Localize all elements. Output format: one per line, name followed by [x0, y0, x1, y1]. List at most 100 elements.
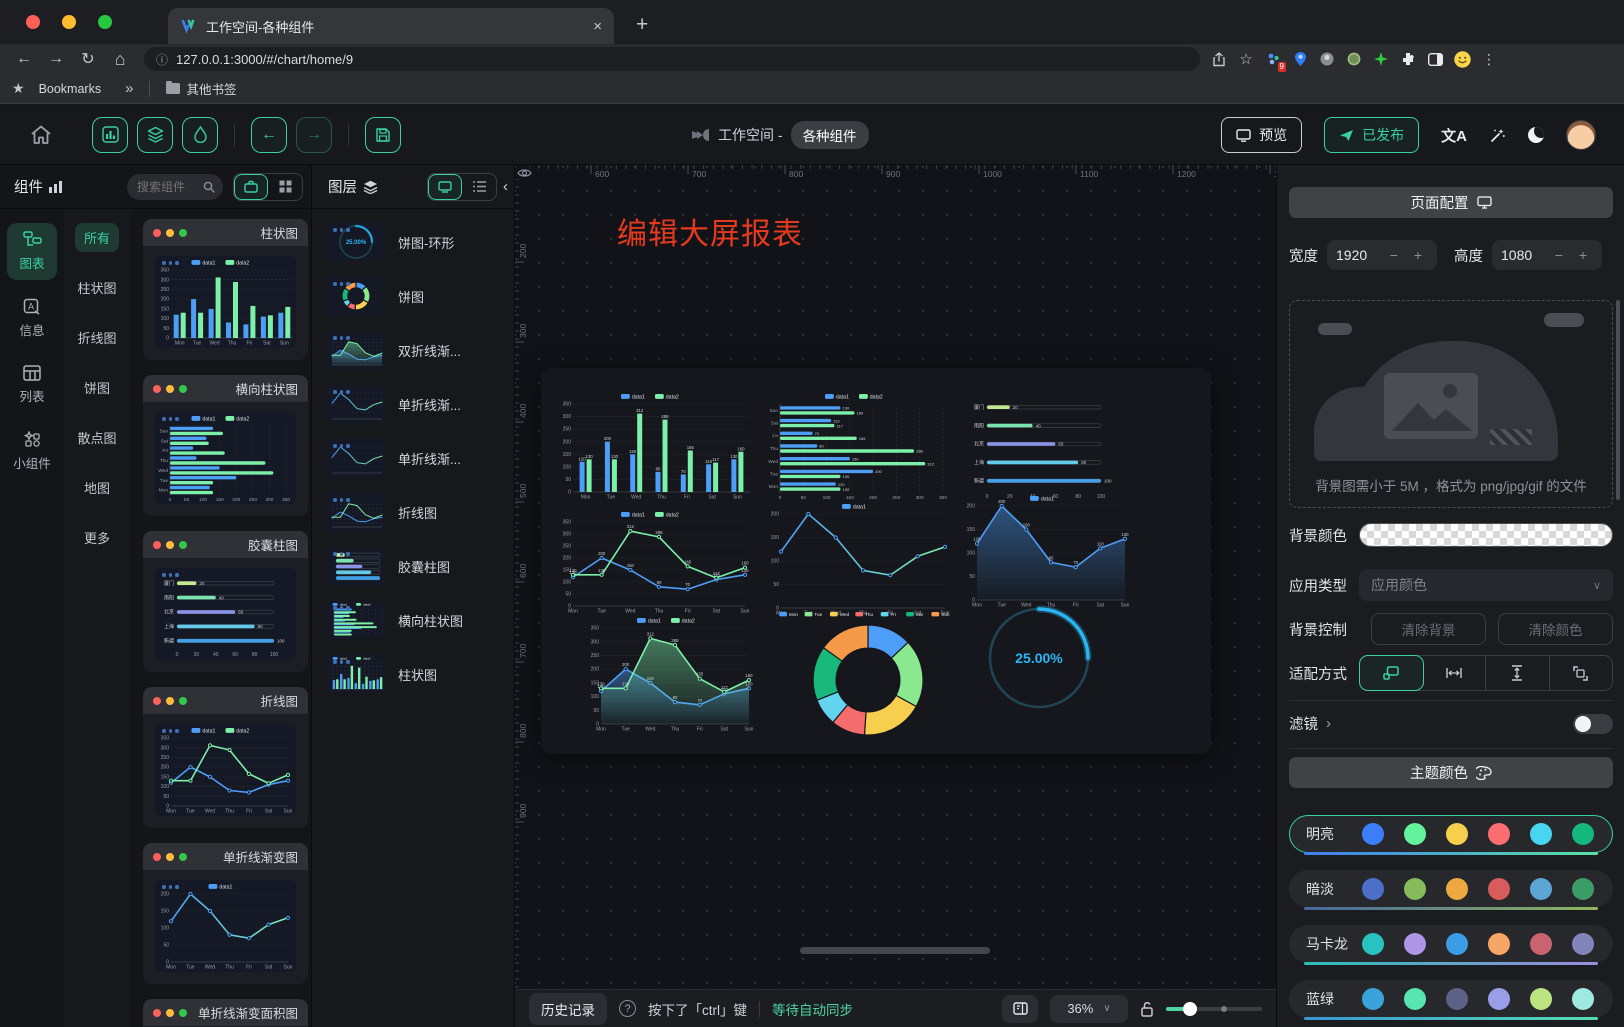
- bar-chart[interactable]: data1data2050100150200250300350120200150…: [557, 390, 753, 502]
- fit-mode-stretch-button[interactable]: [1550, 656, 1613, 690]
- view-mode-card-button[interactable]: [234, 174, 268, 200]
- theme-color-dot[interactable]: [1572, 988, 1594, 1010]
- help-icon[interactable]: ?: [619, 1000, 636, 1017]
- reload-icon[interactable]: ↻: [72, 49, 104, 69]
- theme-color-dot[interactable]: [1362, 823, 1384, 845]
- workspace-name-pill[interactable]: 各种组件: [791, 121, 869, 149]
- theme-row-明亮[interactable]: 明亮: [1289, 815, 1613, 853]
- component-card[interactable]: 单折线渐变面积图 data1050100150200MonTueWedThuFr…: [143, 999, 308, 1027]
- tab-close-icon[interactable]: ×: [593, 18, 602, 35]
- charts-panel-toggle-button[interactable]: [92, 117, 128, 153]
- dark-mode-toggle-icon[interactable]: [1528, 127, 1544, 143]
- undo-button[interactable]: ←: [251, 117, 287, 153]
- theme-row-马卡龙[interactable]: 马卡龙: [1289, 925, 1613, 963]
- category-item[interactable]: 柱状图: [68, 273, 125, 302]
- bookmarks-star-icon[interactable]: ★: [12, 80, 25, 97]
- component-card[interactable]: 柱状图 data1data2050100150200250300350MonTu…: [143, 219, 308, 360]
- save-button[interactable]: [365, 117, 401, 153]
- preview-button[interactable]: 预览: [1221, 117, 1302, 153]
- category-item[interactable]: 所有: [75, 223, 119, 252]
- app-type-select[interactable]: 应用颜色 ∨: [1359, 569, 1613, 601]
- single-line-gradient[interactable]: data1050100150200MonTueWedThuFriSatSun: [765, 500, 953, 618]
- page-config-header[interactable]: 页面配置: [1289, 187, 1613, 218]
- user-avatar[interactable]: [1566, 120, 1596, 150]
- layers-view-list-button[interactable]: [462, 174, 496, 200]
- extension-icon-pin[interactable]: [1291, 50, 1309, 68]
- profile-avatar-icon[interactable]: [1453, 50, 1471, 68]
- sidebar-tab-2[interactable]: A信息: [7, 290, 57, 347]
- layer-item[interactable]: 双折线渐...: [326, 331, 504, 369]
- theme-color-dot[interactable]: [1446, 988, 1468, 1010]
- home-icon[interactable]: ⌂: [104, 49, 136, 70]
- layout-toggle-button[interactable]: [1002, 995, 1038, 1023]
- browser-tab[interactable]: 工作空间-各种组件 ×: [168, 8, 614, 44]
- extension-icon-grid[interactable]: 9: [1264, 50, 1282, 68]
- clear-color-button[interactable]: 清除颜色: [1498, 613, 1613, 645]
- theme-color-dot[interactable]: [1572, 933, 1594, 955]
- layer-item[interactable]: 单折线渐...: [326, 385, 504, 423]
- width-value[interactable]: 1920: [1336, 247, 1367, 263]
- theme-row-蓝绿[interactable]: 蓝绿: [1289, 980, 1613, 1018]
- layer-item[interactable]: data1data2 横向柱状图: [326, 601, 504, 639]
- theme-color-dot[interactable]: [1446, 823, 1468, 845]
- theme-color-dot[interactable]: [1362, 933, 1384, 955]
- layer-item[interactable]: 折线图: [326, 493, 504, 531]
- theme-color-dot[interactable]: [1404, 823, 1426, 845]
- layer-item[interactable]: 饼图: [326, 277, 504, 315]
- ring-progress[interactable]: 25.00%: [983, 600, 1095, 716]
- minimize-window-button[interactable]: [62, 15, 76, 29]
- theme-color-dot[interactable]: [1572, 823, 1594, 845]
- view-mode-grid-button[interactable]: [268, 174, 302, 200]
- zoom-slider-handle[interactable]: [1183, 1002, 1197, 1016]
- sidebar-tab-4[interactable]: 小组件: [7, 423, 57, 480]
- capsule-chart[interactable]: 厦门20南阳40北京60上海80新疆100020406080100: [965, 390, 1123, 502]
- collapse-layers-icon[interactable]: ‹: [503, 178, 508, 195]
- window-controls[interactable]: [26, 15, 112, 29]
- publish-button[interactable]: 已发布: [1324, 117, 1419, 153]
- component-card[interactable]: 横向柱状图 data1data2050100150200250300350Mon…: [143, 375, 308, 516]
- category-item[interactable]: 折线图: [68, 323, 125, 352]
- theme-color-dot[interactable]: [1488, 988, 1510, 1010]
- component-card[interactable]: 折线图 data1data2050100150200250300350MonTu…: [143, 687, 308, 828]
- background-upload-dropzone[interactable]: 背景图需小于 5M ，格式为 png/jpg/gif 的文件: [1289, 300, 1613, 508]
- horizontal-bar-chart[interactable]: data1data2050100150200250300350120200150…: [765, 390, 953, 502]
- lock-icon[interactable]: [1140, 1001, 1154, 1017]
- zoom-slider[interactable]: [1166, 1007, 1262, 1011]
- theme-color-dot[interactable]: [1404, 878, 1426, 900]
- theme-color-dot[interactable]: [1530, 933, 1552, 955]
- line-chart[interactable]: data1data2050100150200250300350120200150…: [557, 508, 753, 616]
- share-icon[interactable]: [1210, 50, 1228, 68]
- theme-color-dot[interactable]: [1488, 933, 1510, 955]
- theme-row-暗淡[interactable]: 暗淡: [1289, 870, 1613, 908]
- canvas-title-text[interactable]: 编辑大屏报表: [617, 209, 803, 253]
- site-info-icon[interactable]: ⓘ: [156, 51, 168, 68]
- home-icon[interactable]: [30, 125, 52, 145]
- back-icon[interactable]: ←: [8, 50, 40, 68]
- theme-color-dot[interactable]: [1404, 988, 1426, 1010]
- theme-color-dot[interactable]: [1572, 878, 1594, 900]
- url-input[interactable]: ⓘ 127.0.0.1:3000/#/chart/home/9: [144, 47, 1200, 71]
- pie-donut[interactable]: MonTueWedThuFriSatSun: [757, 608, 979, 740]
- category-item[interactable]: 地图: [75, 473, 119, 502]
- redo-button[interactable]: →: [296, 117, 332, 153]
- component-card[interactable]: 单折线渐变图 data1050100150200MonTueWedThuFriS…: [143, 843, 308, 984]
- theme-color-dot[interactable]: [1446, 933, 1468, 955]
- theme-color-dot[interactable]: [1362, 878, 1384, 900]
- category-item[interactable]: 更多: [75, 523, 119, 552]
- canvas-horizontal-scrollbar[interactable]: [800, 947, 990, 954]
- chevron-right-icon[interactable]: ›: [1326, 715, 1331, 732]
- bg-color-swatch[interactable]: [1359, 523, 1613, 547]
- layers-view-thumbnail-button[interactable]: [428, 174, 462, 200]
- layers-panel-toggle-button[interactable]: [137, 117, 173, 153]
- bookmarks-overflow-chevron[interactable]: »: [117, 77, 141, 100]
- details-panel-toggle-button[interactable]: [182, 117, 218, 153]
- forward-icon[interactable]: →: [40, 50, 72, 68]
- bookmarks-root[interactable]: Bookmarks: [31, 79, 110, 99]
- height-stepper[interactable]: 1080 − +: [1492, 240, 1602, 270]
- category-item[interactable]: 散点图: [68, 423, 125, 452]
- theme-color-dot[interactable]: [1488, 823, 1510, 845]
- layer-item[interactable]: 25.00% 饼图-环形: [326, 223, 504, 261]
- extensions-puzzle-icon[interactable]: [1399, 50, 1417, 68]
- zoom-window-button[interactable]: [98, 15, 112, 29]
- theme-color-dot[interactable]: [1404, 933, 1426, 955]
